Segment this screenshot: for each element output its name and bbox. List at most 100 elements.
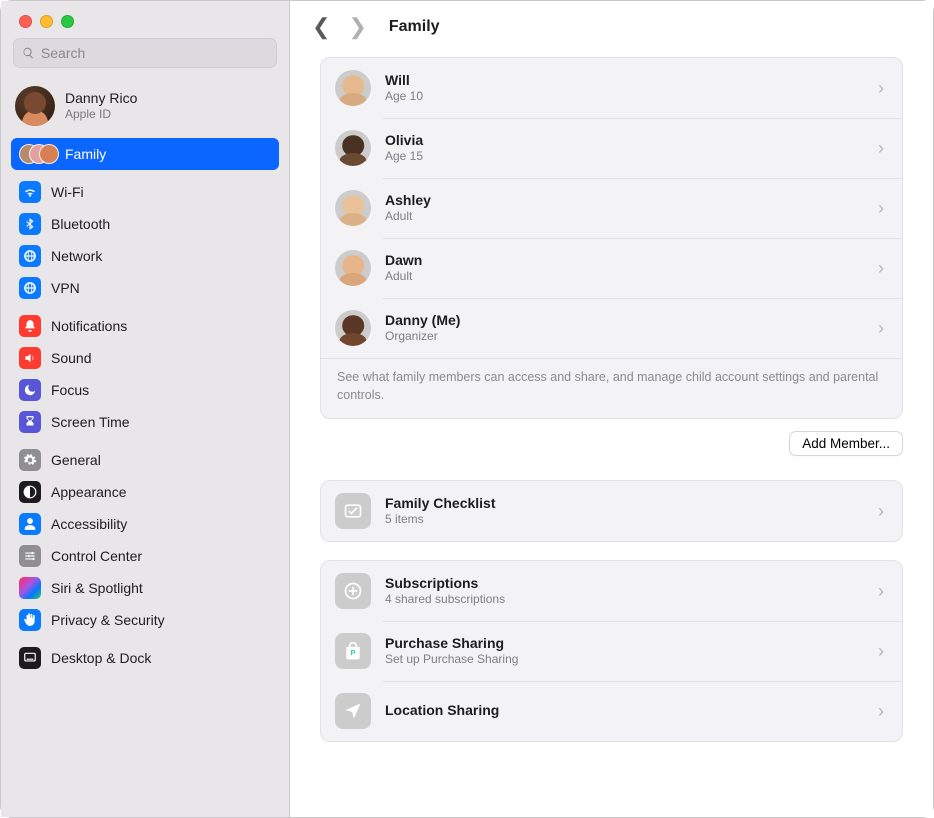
search-field[interactable] [13, 38, 277, 68]
privacy-icon [19, 609, 41, 631]
system-settings-window: Danny Rico Apple ID Family Wi-Fi Bluetoo… [1, 1, 933, 817]
zoom-window-button[interactable] [61, 15, 74, 28]
chevron-right-icon: › [878, 501, 888, 522]
sidebar-item-appearance[interactable]: Appearance [11, 476, 279, 508]
family-checklist-row[interactable]: Family Checklist 5 items › [321, 481, 902, 541]
feature-icon [335, 573, 371, 609]
sidebar-item-label: Privacy & Security [51, 612, 165, 628]
sidebar-item-notifications[interactable]: Notifications [11, 310, 279, 342]
sidebar-item-siri-spotlight[interactable]: Siri & Spotlight [11, 572, 279, 604]
member-avatar [335, 130, 371, 166]
row-title: Family Checklist [385, 495, 864, 513]
sidebar-item-bluetooth[interactable]: Bluetooth [11, 208, 279, 240]
notifications-icon [19, 315, 41, 337]
siri-icon [19, 577, 41, 599]
chevron-right-icon: › [878, 78, 888, 99]
member-role: Age 15 [385, 149, 864, 164]
chevron-right-icon: › [878, 641, 888, 662]
close-window-button[interactable] [19, 15, 32, 28]
family-member-row[interactable]: Ashley Adult › [321, 178, 902, 238]
wifi-icon [19, 181, 41, 203]
sidebar-item-label: Screen Time [51, 414, 130, 430]
apple-id-account-row[interactable]: Danny Rico Apple ID [1, 78, 289, 138]
account-name: Danny Rico [65, 90, 137, 107]
account-avatar [15, 86, 55, 126]
member-avatar [335, 310, 371, 346]
sidebar-item-label: General [51, 452, 101, 468]
sidebar-item-screen-time[interactable]: Screen Time [11, 406, 279, 438]
nav-back-button[interactable]: ❮ [312, 16, 330, 38]
feature-icon [335, 633, 371, 669]
feature-row[interactable]: Purchase Sharing Set up Purchase Sharing… [321, 621, 902, 681]
sidebar: Danny Rico Apple ID Family Wi-Fi Bluetoo… [1, 1, 290, 817]
family-features-group: Subscriptions 4 shared subscriptions › P… [320, 560, 903, 742]
screen-time-icon [19, 411, 41, 433]
page-title: Family [389, 18, 440, 36]
family-member-row[interactable]: Dawn Adult › [321, 238, 902, 298]
appearance-icon [19, 481, 41, 503]
member-role: Adult [385, 209, 864, 224]
add-member-button[interactable]: Add Member... [789, 431, 903, 456]
member-name: Ashley [385, 192, 864, 210]
member-name: Dawn [385, 252, 864, 270]
accessibility-icon [19, 513, 41, 535]
member-avatar [335, 190, 371, 226]
general-icon [19, 449, 41, 471]
toolbar: ❮ ❯ Family [290, 1, 933, 53]
sidebar-item-label: Control Center [51, 548, 142, 564]
network-icon [19, 245, 41, 267]
sidebar-item-label: Siri & Spotlight [51, 580, 143, 596]
sidebar-item-control-center[interactable]: Control Center [11, 540, 279, 572]
search-icon [22, 46, 35, 60]
sidebar-item-accessibility[interactable]: Accessibility [11, 508, 279, 540]
content-scroll[interactable]: Will Age 10 › Olivia Age 15 › Ashley Adu… [290, 53, 933, 817]
family-member-row[interactable]: Danny (Me) Organizer › [321, 298, 902, 358]
row-title: Purchase Sharing [385, 635, 864, 653]
sidebar-item-label: Bluetooth [51, 216, 110, 232]
row-sub: Set up Purchase Sharing [385, 652, 864, 667]
feature-icon [335, 693, 371, 729]
family-icon [19, 143, 55, 165]
sidebar-item-family[interactable]: Family [11, 138, 279, 170]
family-member-row[interactable]: Olivia Age 15 › [321, 118, 902, 178]
member-avatar [335, 70, 371, 106]
sidebar-item-focus[interactable]: Focus [11, 374, 279, 406]
sidebar-item-desktop-dock[interactable]: Desktop & Dock [11, 642, 279, 674]
sidebar-list[interactable]: Family Wi-Fi Bluetooth Network VPN [1, 138, 289, 817]
search-input[interactable] [41, 45, 268, 61]
main-panel: ❮ ❯ Family Will Age 10 › Olivia Age 15 › [290, 1, 933, 817]
feature-row[interactable]: Subscriptions 4 shared subscriptions › [321, 561, 902, 621]
nav-arrows: ❮ ❯ [312, 16, 367, 38]
desktop-dock-icon [19, 647, 41, 669]
checklist-icon [335, 493, 371, 529]
control-center-icon [19, 545, 41, 567]
sidebar-item-vpn[interactable]: VPN [11, 272, 279, 304]
feature-row[interactable]: Location Sharing › [321, 681, 902, 741]
row-sub: 5 items [385, 512, 864, 527]
sidebar-item-sound[interactable]: Sound [11, 342, 279, 374]
sidebar-item-network[interactable]: Network [11, 240, 279, 272]
sidebar-item-label: Wi-Fi [51, 184, 84, 200]
chevron-right-icon: › [878, 581, 888, 602]
sidebar-item-wifi[interactable]: Wi-Fi [11, 176, 279, 208]
sidebar-item-label: Notifications [51, 318, 127, 334]
nav-forward-button[interactable]: ❯ [348, 16, 366, 38]
sidebar-item-label: Appearance [51, 484, 127, 500]
member-name: Danny (Me) [385, 312, 864, 330]
row-sub: 4 shared subscriptions [385, 592, 864, 607]
family-members-group: Will Age 10 › Olivia Age 15 › Ashley Adu… [320, 57, 903, 419]
bluetooth-icon [19, 213, 41, 235]
family-member-row[interactable]: Will Age 10 › [321, 58, 902, 118]
family-checklist-group: Family Checklist 5 items › [320, 480, 903, 542]
sidebar-item-label: VPN [51, 280, 80, 296]
sound-icon [19, 347, 41, 369]
members-footer-text: See what family members can access and s… [321, 358, 902, 418]
minimize-window-button[interactable] [40, 15, 53, 28]
row-title: Subscriptions [385, 575, 864, 593]
sidebar-item-label: Accessibility [51, 516, 127, 532]
sidebar-item-general[interactable]: General [11, 444, 279, 476]
sidebar-item-label: Family [65, 146, 106, 162]
sidebar-item-label: Desktop & Dock [51, 650, 151, 666]
member-role: Organizer [385, 329, 864, 344]
sidebar-item-privacy-security[interactable]: Privacy & Security [11, 604, 279, 636]
